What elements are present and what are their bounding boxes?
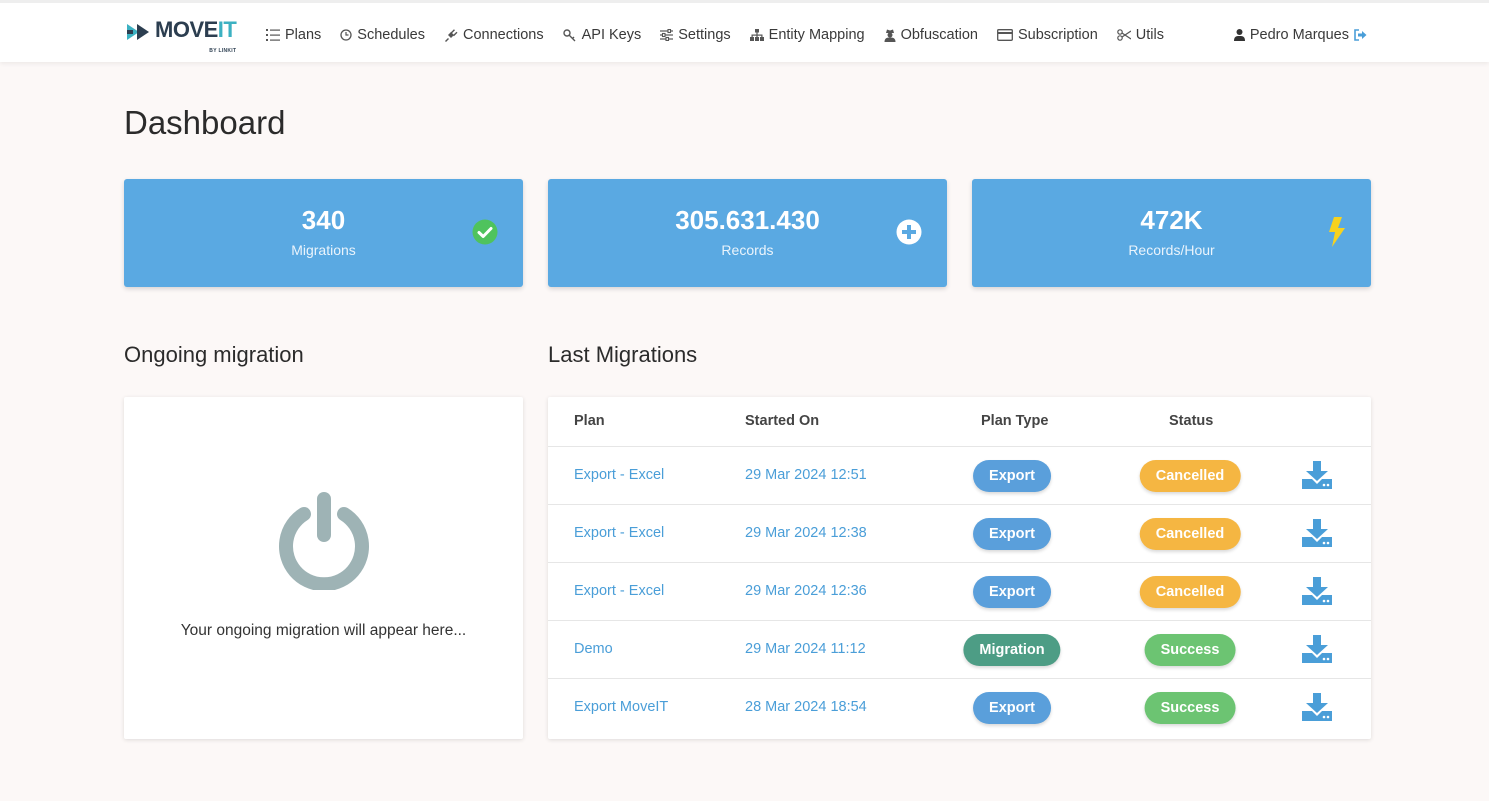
nav-plans[interactable]: Plans xyxy=(266,25,321,45)
nav-schedules[interactable]: Schedules xyxy=(340,25,425,45)
scissors-icon xyxy=(1116,29,1131,41)
table-row: Demo 29 Mar 2024 11:12 Migration Success xyxy=(548,621,1371,679)
stat-value: 472K xyxy=(1140,205,1203,235)
download-icon[interactable] xyxy=(1302,577,1332,605)
user-name: Pedro Marques xyxy=(1249,27,1349,43)
plan-link[interactable]: Export - Excel xyxy=(574,583,664,599)
column-header-status: Status xyxy=(1169,413,1214,429)
download-icon[interactable] xyxy=(1302,635,1332,663)
table-row: Export - Excel 29 Mar 2024 12:38 Export … xyxy=(548,505,1371,563)
nav-api-keys-label: API Keys xyxy=(581,27,642,43)
download-icon[interactable] xyxy=(1302,519,1332,547)
stat-value: 340 xyxy=(301,205,346,235)
started-on-link[interactable]: 28 Mar 2024 18:54 xyxy=(745,699,867,715)
download-icon[interactable] xyxy=(1302,461,1332,489)
plan-link[interactable]: Demo xyxy=(574,641,613,657)
table-header: Plan Started On Plan Type Status xyxy=(548,397,1371,447)
stat-label: Migrations xyxy=(291,242,356,258)
started-on-link[interactable]: 29 Mar 2024 12:51 xyxy=(745,467,867,483)
status-badge: Cancelled xyxy=(1139,460,1241,492)
status-badge: Cancelled xyxy=(1139,518,1241,550)
ongoing-migration-panel: Your ongoing migration will appear here.… xyxy=(124,397,523,739)
last-migrations-title: Last Migrations xyxy=(548,342,698,367)
plan-type-badge: Export xyxy=(973,576,1051,608)
status-badge: Cancelled xyxy=(1139,576,1241,608)
stat-card-migrations: 340 Migrations xyxy=(124,179,523,287)
nav-connections-label: Connections xyxy=(463,27,544,43)
power-icon xyxy=(279,492,369,590)
nav-plans-label: Plans xyxy=(285,27,322,43)
logo-arrows-icon xyxy=(127,24,153,40)
nav-obfuscation[interactable]: Obfuscation xyxy=(884,25,978,45)
stat-card-records-per-hour: 472K Records/Hour xyxy=(972,179,1371,287)
stat-card-records: 305.631.430 Records xyxy=(548,179,947,287)
nav-utils-label: Utils xyxy=(1135,27,1164,43)
plan-type-badge: Export xyxy=(973,692,1051,724)
ongoing-migration-title: Ongoing migration xyxy=(124,342,304,367)
plan-link[interactable]: Export - Excel xyxy=(574,467,664,483)
plan-type-badge: Export xyxy=(973,518,1051,550)
plan-link[interactable]: Export MoveIT xyxy=(574,699,668,715)
nav-settings-label: Settings xyxy=(678,27,731,43)
plan-type-badge: Export xyxy=(973,460,1051,492)
column-header-started-on: Started On xyxy=(745,413,820,429)
top-navbar: MOVEIT BY LINKIT Plans Schedules Connect… xyxy=(0,0,1489,62)
logo-text: MOVEIT BY LINKIT xyxy=(155,19,237,55)
clock-icon xyxy=(340,29,352,41)
main-nav: Plans Schedules Connections API Keys Set… xyxy=(266,25,1183,45)
table-row: Export MoveIT 28 Mar 2024 18:54 Export S… xyxy=(548,679,1371,737)
nav-subscription-label: Subscription xyxy=(1017,27,1098,43)
plan-link[interactable]: Export - Excel xyxy=(574,525,664,541)
status-badge: Success xyxy=(1144,634,1236,666)
status-badge: Success xyxy=(1144,692,1236,724)
list-icon xyxy=(266,29,280,41)
nav-utils[interactable]: Utils xyxy=(1116,25,1164,45)
user-secret-icon xyxy=(884,29,896,42)
sliders-icon xyxy=(660,29,674,41)
key-icon xyxy=(562,28,576,41)
page-title: Dashboard xyxy=(124,104,286,141)
stat-value: 305.631.430 xyxy=(675,205,820,235)
ongoing-empty-text: Your ongoing migration will appear here.… xyxy=(180,622,467,639)
nav-obfuscation-label: Obfuscation xyxy=(900,27,978,43)
nav-entity-mapping[interactable]: Entity Mapping xyxy=(749,25,865,45)
plus-circle-icon xyxy=(896,219,922,245)
column-header-plan: Plan xyxy=(574,413,605,429)
user-icon xyxy=(1233,29,1245,41)
credit-card-icon xyxy=(997,29,1013,41)
stat-label: Records xyxy=(721,242,774,258)
nav-settings[interactable]: Settings xyxy=(660,25,731,45)
moveit-logo[interactable]: MOVEIT BY LINKIT xyxy=(127,19,237,55)
started-on-link[interactable]: 29 Mar 2024 12:36 xyxy=(745,583,867,599)
plan-type-badge: Migration xyxy=(963,634,1061,666)
nav-subscription[interactable]: Subscription xyxy=(997,25,1098,45)
user-menu[interactable]: Pedro Marques xyxy=(1229,25,1372,45)
check-circle-icon xyxy=(472,219,498,245)
table-row: Export - Excel 29 Mar 2024 12:51 Export … xyxy=(548,447,1371,505)
plug-icon xyxy=(445,29,458,42)
sitemap-icon xyxy=(749,29,764,41)
nav-api-keys[interactable]: API Keys xyxy=(562,25,642,45)
nav-entity-mapping-label: Entity Mapping xyxy=(768,27,865,43)
download-icon[interactable] xyxy=(1302,693,1332,721)
nav-schedules-label: Schedules xyxy=(357,27,425,43)
started-on-link[interactable]: 29 Mar 2024 12:38 xyxy=(745,525,867,541)
bolt-icon xyxy=(1329,217,1345,247)
logo-subtitle: BY LINKIT xyxy=(209,48,237,54)
column-header-plan-type: Plan Type xyxy=(981,413,1049,429)
started-on-link[interactable]: 29 Mar 2024 11:12 xyxy=(745,641,866,657)
table-row: Export - Excel 29 Mar 2024 12:36 Export … xyxy=(548,563,1371,621)
last-migrations-table: Plan Started On Plan Type Status Export … xyxy=(548,397,1371,739)
nav-connections[interactable]: Connections xyxy=(444,25,544,45)
logout-icon[interactable] xyxy=(1354,29,1367,41)
stat-label: Records/Hour xyxy=(1128,242,1215,258)
